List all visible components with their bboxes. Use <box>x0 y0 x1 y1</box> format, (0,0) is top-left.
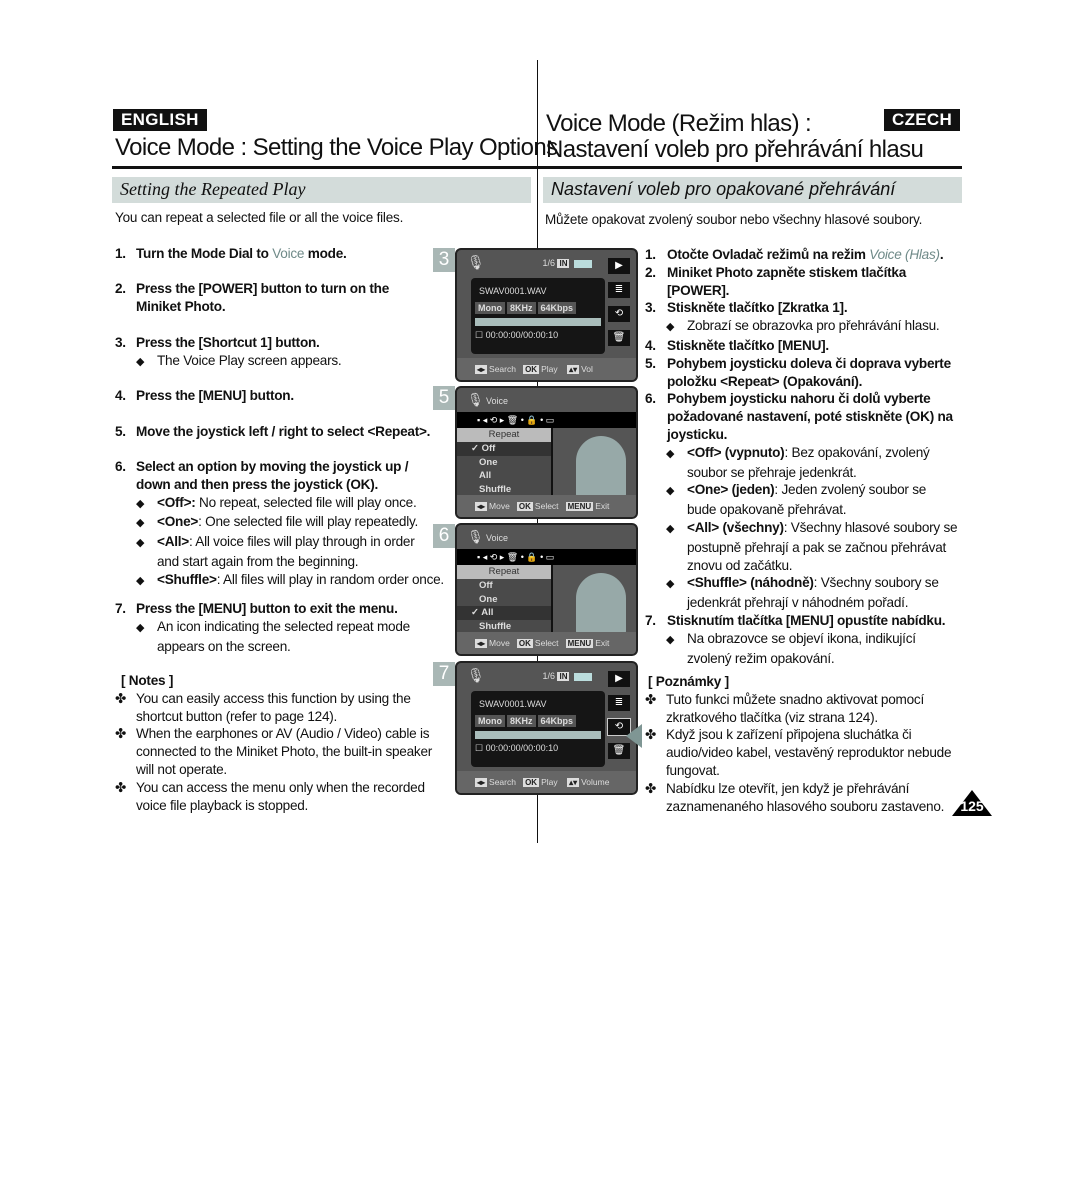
mic-icon: 🎙 <box>467 667 485 683</box>
section-title-cz: Nastavení voleb pro opakované přehrávání <box>543 177 962 203</box>
pointer-arrow-icon <box>626 724 642 748</box>
screen-number: 6 <box>433 524 455 548</box>
play-icon: ▶ <box>608 671 630 687</box>
battery-icon <box>574 672 592 681</box>
voice-play-screen: 🎙 1/6 IN ▶ ≣ ⟲ 🗑 SWAV0001.WAV Mono 8KHz 64Kbps… <box>455 248 638 382</box>
voice-play-screen: 🎙 1/6 IN ▶ ≣ ⟲ 🗑 SWAV0001.WAV Mono 8KHz 64Kbps… <box>455 661 638 795</box>
en-step-6: 6. Select an option by moving the joystic… <box>115 458 455 591</box>
cz-step-7: 7. Stisknutím tlačítka [MENU] opustíte na… <box>645 612 965 667</box>
english-badge: ENGLISH <box>113 109 207 131</box>
en-step-4: 4. Press the [MENU] button. <box>115 388 294 403</box>
repeat-menu-screen: 🎙 Voice ▪ ◂ ⟲ ▸ 🗑 • 🔒 • ▭ Repeat Off One ✓… <box>455 523 638 656</box>
repeat-icon: ⟲ <box>489 552 498 562</box>
intro-cz: Můžete opakovat zvolený soubor nebo všec… <box>545 212 923 227</box>
repeat-icon: ⟲ <box>489 415 498 425</box>
play-icon: ▶ <box>608 258 630 274</box>
cz-step-3: 3.Stiskněte tlačítko [Zkratka 1].Zobrazí… <box>645 299 965 337</box>
en-step-2: 2. Press the [POWER] button to turn on th… <box>115 281 390 314</box>
microphone-graphic <box>576 436 626 502</box>
screen-number: 3 <box>433 248 455 272</box>
list-icon: ≣ <box>608 282 630 298</box>
screen-number: 5 <box>433 386 455 410</box>
progress-bar <box>475 318 601 326</box>
en-step-1: 1. Turn the Mode Dial to Voice mode. <box>115 246 347 261</box>
page-title-en: Voice Mode : Setting the Voice Play Opti… <box>115 134 558 161</box>
intro-en: You can repeat a selected file or all th… <box>115 210 404 225</box>
trash-icon: 🗑 <box>608 330 630 346</box>
cz-step-6: 6. Pohybem joysticku nahoru či dolů vyber… <box>645 390 965 612</box>
en-step-3: 3.Press the [Shortcut 1] button.The Voic… <box>115 334 435 372</box>
en-step-5: 5. Move the joystick left / right to sele… <box>115 424 431 439</box>
cz-step-4: 4. Stiskněte tlačítko [MENU]. <box>645 337 829 353</box>
mic-icon: 🎙 <box>467 529 484 544</box>
microphone-graphic <box>576 573 626 639</box>
czech-badge: CZECH <box>884 109 961 131</box>
mic-icon: 🎙 <box>467 392 484 407</box>
cz-step-2: 2. Miniket Photo zapněte stiskem tlačítka… <box>645 264 907 298</box>
header-rule <box>112 166 962 169</box>
side-icons: ▶ ≣ ⟲ 🗑 <box>602 250 636 358</box>
cz-notes: [ Poznámky ] Tuto funkci můžete snadno a… <box>645 673 975 815</box>
page-title-cz-1: Voice Mode (Režim hlas) : <box>546 110 812 137</box>
mic-icon: 🎙 <box>467 254 485 270</box>
section-title-en: Setting the Repeated Play <box>112 177 531 203</box>
repeat-icon: ⟲ <box>608 306 630 322</box>
progress-bar <box>475 731 601 739</box>
repeat-menu-screen: 🎙 Voice ▪ ◂ ⟲ ▸ 🗑 • 🔒 • ▭ Repeat ✓ Off On… <box>455 386 638 519</box>
list-icon: ≣ <box>608 695 630 711</box>
page-number-badge: 125 <box>952 790 992 816</box>
cz-step-5: 5. Pohybem joysticku doleva či doprava vy… <box>645 355 951 389</box>
page-title-cz-2: Nastavení voleb pro přehrávání hlasu <box>546 136 924 163</box>
page-number: 125 <box>960 798 984 814</box>
side-icons: ▶ ≣ ⟲ 🗑 <box>602 663 636 771</box>
en-step-7: 7. Press the [MENU] button to exit the me… <box>115 600 435 655</box>
cz-step-1: 1. Otočte Ovladač režimů na režim Voice (… <box>645 247 944 262</box>
battery-icon <box>574 259 592 268</box>
en-notes: [ Notes ] You can easily access this fun… <box>115 672 435 814</box>
cz-steps: 1. Otočte Ovladač režimů na režim Voice (… <box>645 246 965 667</box>
screen-number: 7 <box>433 662 455 686</box>
